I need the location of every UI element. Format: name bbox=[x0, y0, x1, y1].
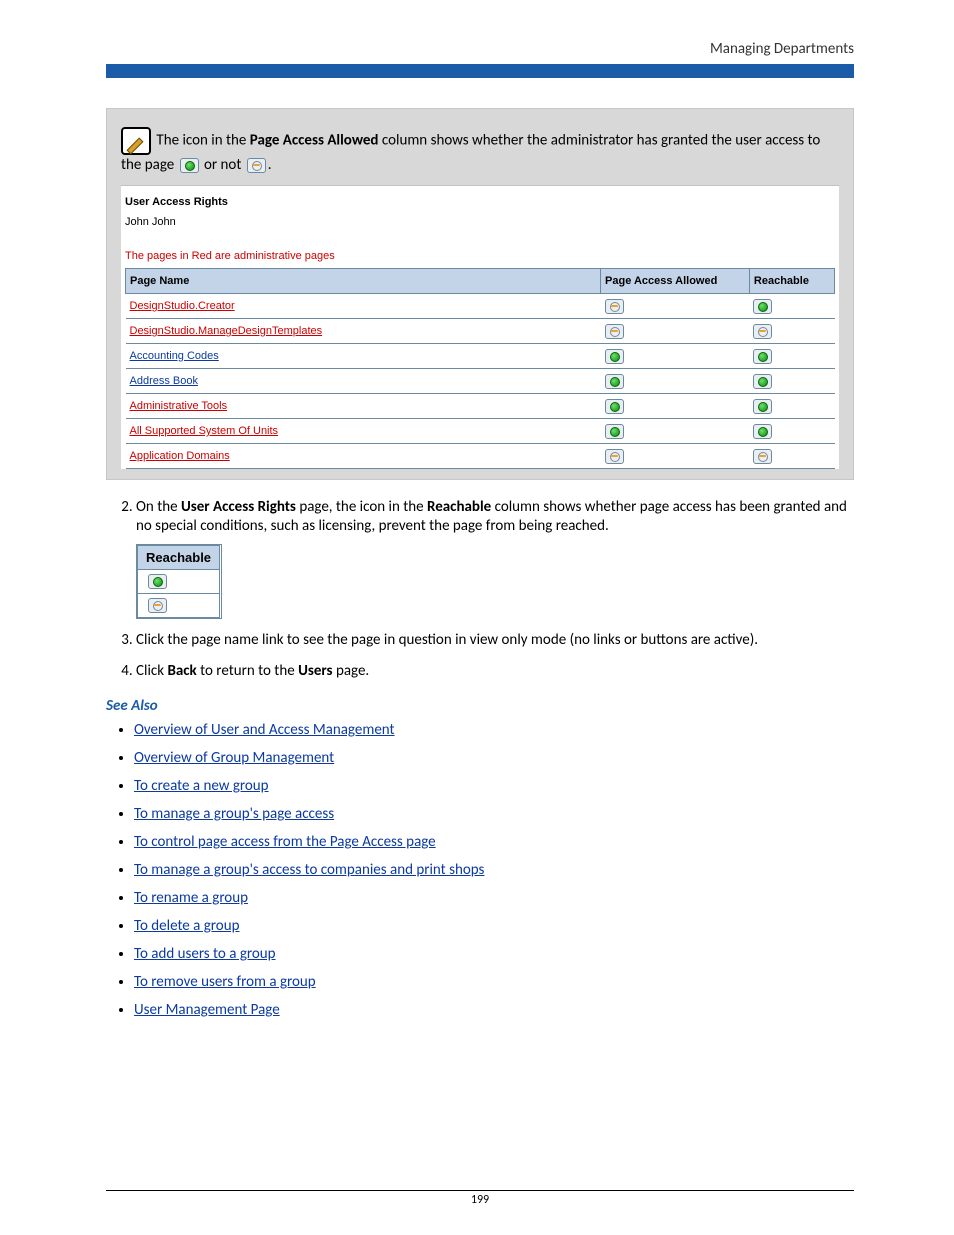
page-name-link[interactable]: DesignStudio.ManageDesignTemplates bbox=[130, 325, 323, 337]
table-row: DesignStudio.Creator bbox=[126, 294, 835, 319]
table-row: DesignStudio.ManageDesignTemplates bbox=[126, 319, 835, 344]
see-also-item: Overview of User and Access Management bbox=[134, 721, 854, 739]
access-table: Page Name Page Access Allowed Reachable … bbox=[125, 268, 835, 469]
see-also-heading: See Also bbox=[106, 697, 854, 715]
col-reachable: Reachable bbox=[749, 269, 834, 294]
not-allowed-icon bbox=[605, 324, 624, 339]
see-also-link[interactable]: Overview of User and Access Management bbox=[134, 721, 395, 739]
s4a: Click bbox=[136, 662, 167, 680]
s4d: Users bbox=[298, 662, 332, 680]
not-allowed-icon bbox=[605, 449, 624, 464]
s2c: page, the icon in the bbox=[296, 498, 427, 516]
see-also-item: To manage a group's access to companies … bbox=[134, 861, 854, 879]
callout-or: or not bbox=[201, 156, 245, 174]
s4e: page. bbox=[333, 662, 370, 680]
see-also-list: Overview of User and Access Management Ov… bbox=[116, 721, 854, 1019]
s2b: User Access Rights bbox=[181, 498, 296, 516]
reachable-gray-icon bbox=[148, 598, 167, 613]
see-also-item: To remove users from a group bbox=[134, 973, 854, 991]
page-name-link[interactable]: Accounting Codes bbox=[130, 350, 219, 362]
see-also-item: To create a new group bbox=[134, 777, 854, 795]
reachable-green-icon bbox=[753, 349, 772, 364]
see-also-item: To manage a group's page access bbox=[134, 805, 854, 823]
allowed-icon bbox=[605, 399, 624, 414]
pencil-icon bbox=[121, 127, 151, 155]
reachable-green-icon bbox=[753, 399, 772, 414]
not-allowed-icon bbox=[247, 158, 266, 173]
see-also-link[interactable]: To rename a group bbox=[134, 889, 248, 907]
table-row: Address Book bbox=[126, 369, 835, 394]
reachable-green-icon bbox=[753, 299, 772, 314]
see-also-item: Overview of Group Management bbox=[134, 749, 854, 767]
reachable-mini-table: Reachable bbox=[136, 544, 222, 619]
col-page-name: Page Name bbox=[126, 269, 601, 294]
see-also-item: To rename a group bbox=[134, 889, 854, 907]
see-also-item: To delete a group bbox=[134, 917, 854, 935]
user-access-rights-screenshot: User Access Rights John John The pages i… bbox=[121, 185, 839, 469]
table-row: Accounting Codes bbox=[126, 344, 835, 369]
allowed-icon bbox=[605, 374, 624, 389]
s2a: On the bbox=[136, 498, 181, 516]
screenshot-title: User Access Rights bbox=[125, 192, 835, 212]
see-also-item: To control page access from the Page Acc… bbox=[134, 833, 854, 851]
header-divider bbox=[106, 64, 854, 78]
s4c: to return to the bbox=[197, 662, 298, 680]
page-name-link[interactable]: DesignStudio.Creator bbox=[130, 300, 235, 312]
mini-header: Reachable bbox=[138, 546, 220, 570]
allowed-icon bbox=[605, 424, 624, 439]
see-also-link[interactable]: To remove users from a group bbox=[134, 973, 316, 991]
callout-end: . bbox=[268, 156, 272, 174]
page-name-link[interactable]: Address Book bbox=[130, 375, 198, 387]
callout-box: The icon in the Page Access Allowed colu… bbox=[106, 108, 854, 480]
see-also-link[interactable]: To manage a group's page access bbox=[134, 805, 334, 823]
page-footer: 199 bbox=[106, 1190, 854, 1207]
see-also-link[interactable]: To manage a group's access to companies … bbox=[134, 861, 484, 879]
table-row: All Supported System Of Units bbox=[126, 419, 835, 444]
reachable-green-icon bbox=[753, 424, 772, 439]
see-also-link[interactable]: To add users to a group bbox=[134, 945, 276, 963]
s4b: Back bbox=[167, 662, 196, 680]
s2d: Reachable bbox=[427, 498, 491, 516]
page-name-link[interactable]: Administrative Tools bbox=[130, 400, 228, 412]
mini-row-gray bbox=[138, 594, 220, 618]
see-also-link[interactable]: User Management Page bbox=[134, 1001, 280, 1019]
page-name-link[interactable]: All Supported System Of Units bbox=[130, 425, 279, 437]
screenshot-note: The pages in Red are administrative page… bbox=[125, 246, 835, 266]
step-3: Click the page name link to see the page… bbox=[136, 631, 854, 650]
table-row: Administrative Tools bbox=[126, 394, 835, 419]
mini-row-green bbox=[138, 570, 220, 594]
reachable-gray-icon bbox=[753, 324, 772, 339]
callout-bold-1: Page Access Allowed bbox=[250, 132, 379, 150]
allowed-icon bbox=[180, 158, 199, 173]
see-also-item: To add users to a group bbox=[134, 945, 854, 963]
table-row: Application Domains bbox=[126, 444, 835, 469]
instruction-list: On the User Access Rights page, the icon… bbox=[106, 498, 854, 681]
see-also-link[interactable]: To create a new group bbox=[134, 777, 269, 795]
step-4: Click Back to return to the Users page. bbox=[136, 662, 854, 681]
see-also-link[interactable]: To control page access from the Page Acc… bbox=[134, 833, 436, 851]
header-title: Managing Departments bbox=[106, 40, 854, 58]
see-also-link[interactable]: To delete a group bbox=[134, 917, 239, 935]
not-allowed-icon bbox=[605, 299, 624, 314]
allowed-icon bbox=[605, 349, 624, 364]
page-number: 199 bbox=[471, 1193, 489, 1207]
reachable-green-icon bbox=[148, 574, 167, 589]
see-also-link[interactable]: Overview of Group Management bbox=[134, 749, 334, 767]
reachable-gray-icon bbox=[753, 449, 772, 464]
callout-text-pre: The icon in the bbox=[156, 132, 249, 150]
see-also-item: User Management Page bbox=[134, 1001, 854, 1019]
step-2: On the User Access Rights page, the icon… bbox=[136, 498, 854, 619]
screenshot-user: John John bbox=[125, 212, 835, 232]
col-access: Page Access Allowed bbox=[601, 269, 750, 294]
page-name-link[interactable]: Application Domains bbox=[130, 450, 230, 462]
reachable-green-icon bbox=[753, 374, 772, 389]
